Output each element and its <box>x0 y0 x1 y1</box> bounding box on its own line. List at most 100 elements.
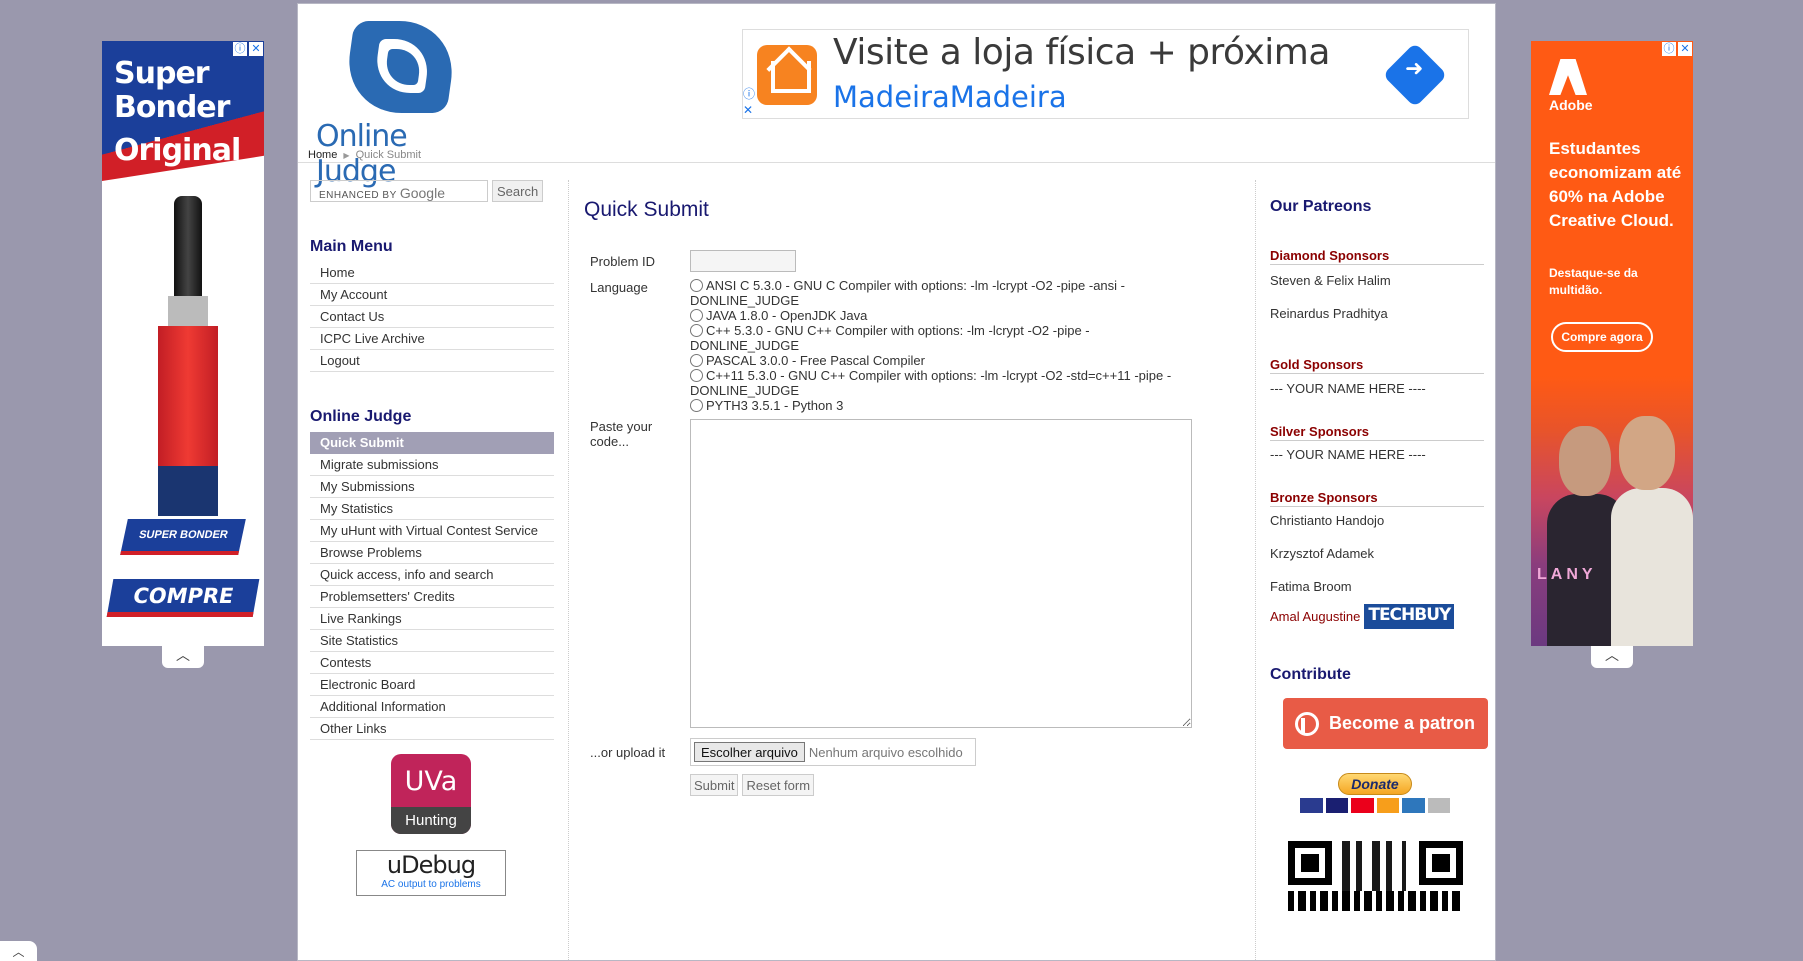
language-option-ansi-c[interactable]: ANSI C 5.3.0 - GNU C Compiler with optio… <box>690 278 1195 308</box>
code-textarea[interactable] <box>690 419 1192 728</box>
techbuy-logo[interactable]: TECHBUY <box>1364 604 1455 629</box>
problem-id-label: Problem ID <box>590 254 656 269</box>
submit-button[interactable]: Submit <box>690 774 739 796</box>
menu-item-my-submissions[interactable]: My Submissions <box>310 476 554 498</box>
menu-item-other-links[interactable]: Other Links <box>310 718 554 740</box>
paypal-donate[interactable]: Donate <box>1300 773 1450 813</box>
ad-info-icon[interactable]: ⓘ <box>1662 42 1676 56</box>
collapse-ad-icon[interactable]: ︿ <box>162 646 204 668</box>
search-input[interactable]: ENHANCED BY Google <box>310 180 488 202</box>
ad-info-icon[interactable]: ⓘ <box>233 42 247 56</box>
search-button[interactable]: Search <box>492 180 544 202</box>
menu-item-quick-access[interactable]: Quick access, info and search <box>310 564 554 586</box>
online-judge-menu-title: Online Judge <box>310 408 412 425</box>
ad-close-icon[interactable]: ✕ <box>249 42 263 56</box>
sponsor-name: Fatima Broom <box>1270 579 1352 594</box>
menu-item-my-statistics[interactable]: My Statistics <box>310 498 554 520</box>
menu-item-logout[interactable]: Logout <box>310 350 554 372</box>
column-divider <box>568 180 569 961</box>
menu-item-browse-problems[interactable]: Browse Problems <box>310 542 554 564</box>
language-radio[interactable] <box>690 354 703 367</box>
menu-item-migrate-submissions[interactable]: Migrate submissions <box>310 454 554 476</box>
language-radio[interactable] <box>690 309 703 322</box>
menu-item-contests[interactable]: Contests <box>310 652 554 674</box>
menu-item-additional-information[interactable]: Additional Information <box>310 696 554 718</box>
ad-controls[interactable]: ⓘ ✕ <box>1662 42 1692 56</box>
collapse-ad-icon[interactable]: ︿ <box>0 941 37 961</box>
uva-hunting-logo[interactable]: UVa Hunting <box>391 754 471 834</box>
menu-item-icpc-live-archive[interactable]: ICPC Live Archive <box>310 328 554 350</box>
breadcrumb-current: Quick Submit <box>355 149 422 161</box>
mastercard-icon <box>1351 798 1374 813</box>
ad-cta-button[interactable]: COMPRE <box>106 579 260 617</box>
ad-controls[interactable]: ⓘ ✕ <box>743 86 755 118</box>
ad-artist-text: LANY <box>1537 566 1597 583</box>
amex-card-icon <box>1402 798 1425 813</box>
ad-subtext: Destaque-se da multidão. <box>1549 266 1638 297</box>
menu-item-live-rankings[interactable]: Live Rankings <box>310 608 554 630</box>
upload-label: ...or upload it <box>590 744 666 760</box>
sponsor-name: Krzysztof Adamek <box>1270 546 1375 561</box>
google-logo: Google <box>399 185 445 201</box>
patreon-icon <box>1295 711 1319 736</box>
menu-item-home[interactable]: Home <box>310 262 554 284</box>
ad-headline: Estudantes economizam até 60% na Adobe C… <box>1549 139 1682 230</box>
language-option-pascal[interactable]: PASCAL 3.0.0 - Free Pascal Compiler <box>690 353 1195 368</box>
ad-close-icon[interactable]: ✕ <box>1678 42 1692 56</box>
diamond-sponsors-title: Diamond Sponsors <box>1270 248 1484 265</box>
menu-item-uhunt[interactable]: My uHunt with Virtual Contest Service <box>310 520 554 542</box>
sponsor-name: Reinardus Pradhitya <box>1270 306 1388 321</box>
language-option-cpp[interactable]: C++ 5.3.0 - GNU C++ Compiler with option… <box>690 323 1195 353</box>
right-advertisement[interactable]: ⓘ ✕ Adobe Estudantes economizam até 60% … <box>1531 41 1693 668</box>
reset-form-button[interactable]: Reset form <box>742 774 815 796</box>
featured-sponsor[interactable]: Amal Augustine TECHBUY <box>1270 604 1485 629</box>
become-patron-button[interactable]: Become a patron <box>1283 698 1488 749</box>
menu-item-contact-us[interactable]: Contact Us <box>310 306 554 328</box>
menu-item-electronic-board[interactable]: Electronic Board <box>310 674 554 696</box>
page-container: Online Judge Home ▶ Quick Submit ⓘ ✕ Vis… <box>297 3 1496 961</box>
menu-item-site-statistics[interactable]: Site Statistics <box>310 630 554 652</box>
language-radio[interactable] <box>690 399 703 412</box>
ad-header-panel: Super Bonder Original <box>102 41 264 181</box>
featured-sponsor-name[interactable]: Amal Augustine <box>1270 609 1360 624</box>
choose-file-button[interactable]: Escolher arquivo <box>694 742 805 762</box>
online-judge-logo-icon <box>341 21 460 113</box>
ad-headline-accent: Original <box>114 133 241 168</box>
language-option-cpp11[interactable]: C++11 5.3.0 - GNU C++ Compiler with opti… <box>690 368 1195 398</box>
ad-controls[interactable]: ⓘ ✕ <box>233 42 263 56</box>
quick-submit-form: Quick Submit Problem ID Language ANSI C … <box>584 198 1264 796</box>
store-icon <box>757 45 817 105</box>
ad-cta-button[interactable]: Compre agora <box>1551 322 1653 352</box>
patreons-title: Our Patreons <box>1270 198 1372 215</box>
site-search: ENHANCED BY Google Search <box>310 180 554 202</box>
menu-item-my-account[interactable]: My Account <box>310 284 554 306</box>
donate-button[interactable]: Donate <box>1338 773 1412 795</box>
breadcrumb: Home ▶ Quick Submit <box>308 149 421 161</box>
banner-advertisement[interactable]: ⓘ ✕ Visite a loja física + próxima Madei… <box>742 29 1469 119</box>
menu-item-problemsetters-credits[interactable]: Problemsetters' Credits <box>310 586 554 608</box>
mastercard-alt-icon <box>1376 798 1399 813</box>
sponsor-name: Christianto Handojo <box>1270 513 1385 528</box>
language-radio[interactable] <box>690 279 703 292</box>
right-sidebar: Our Patreons Diamond Sponsors Steven & F… <box>1270 198 1488 911</box>
directions-arrow-icon[interactable] <box>1382 42 1448 108</box>
ad-close-icon[interactable]: ✕ <box>743 102 755 118</box>
collapse-ad-icon[interactable]: ︿ <box>1591 646 1633 668</box>
breadcrumb-home-link[interactable]: Home <box>308 149 337 161</box>
language-radio[interactable] <box>690 324 703 337</box>
site-logo[interactable]: Online Judge <box>316 16 466 189</box>
maestro-card-icon <box>1300 798 1323 813</box>
left-advertisement[interactable]: ⓘ ✕ Super Bonder Original SUPER BONDER LO… <box>102 41 264 668</box>
menu-item-quick-submit[interactable]: Quick Submit <box>310 432 554 454</box>
file-input[interactable]: Escolher arquivo Nenhum arquivo escolhid… <box>690 738 976 766</box>
ad-info-icon[interactable]: ⓘ <box>743 86 755 102</box>
language-option-python3[interactable]: PYTH3 3.5.1 - Python 3 <box>690 398 1195 413</box>
problem-id-input[interactable] <box>690 250 796 272</box>
language-radio[interactable] <box>690 369 703 382</box>
silver-sponsors-title: Silver Sponsors <box>1270 424 1484 441</box>
language-options: ANSI C 5.3.0 - GNU C Compiler with optio… <box>690 278 1195 413</box>
udebug-logo[interactable]: uDebug AC output to problems <box>356 850 506 896</box>
language-option-java[interactable]: JAVA 1.8.0 - OpenJDK Java <box>690 308 1195 323</box>
ad-headline: Super Bonder <box>114 56 230 125</box>
adobe-logo-icon <box>1549 59 1587 95</box>
